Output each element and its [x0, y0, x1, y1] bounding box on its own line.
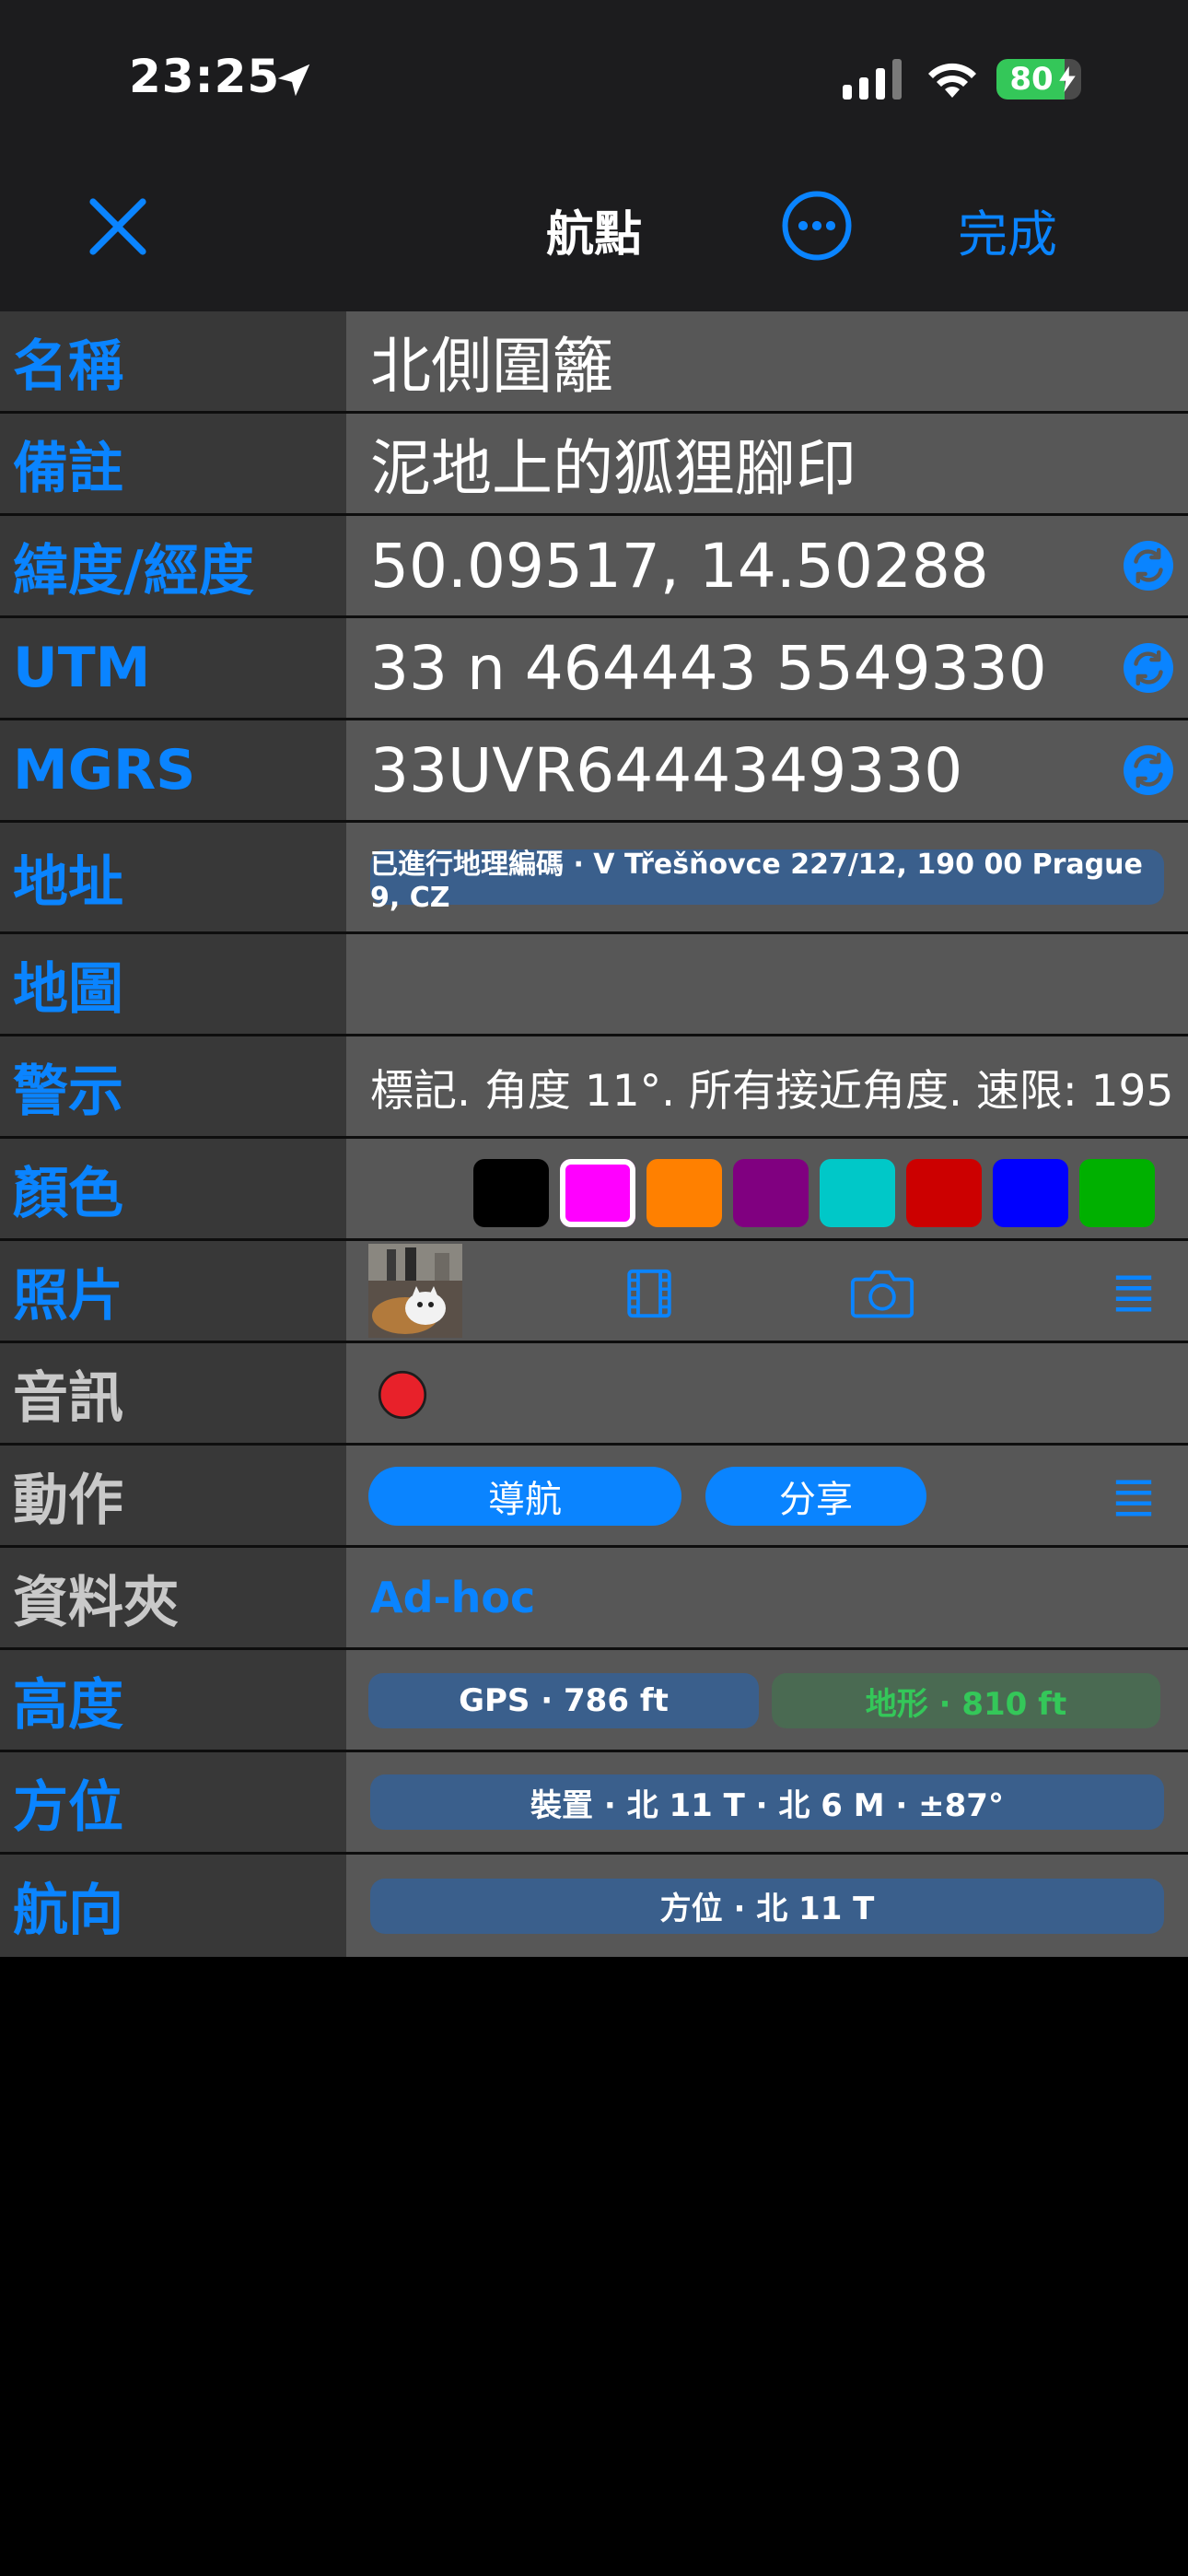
photo-thumbnail[interactable] — [368, 1244, 462, 1338]
latlon-value: 50.09517, 14.50288 — [370, 530, 989, 602]
color-swatch[interactable] — [906, 1159, 982, 1227]
map-field[interactable] — [346, 934, 1188, 1034]
utm-value: 33 n 464443 5549330 — [370, 632, 1047, 704]
utm-label: UTM — [0, 618, 346, 718]
more-options-icon[interactable] — [781, 190, 853, 262]
latlon-label: 緯度/經度 — [0, 516, 346, 615]
alert-field[interactable]: 標記. 角度 11°. 所有接近角度. 速限: 195 — [346, 1036, 1188, 1136]
audio-field — [346, 1343, 1188, 1443]
bearing-field: 裝置 · 北 11 T · 北 6 M · ±87° — [346, 1752, 1188, 1852]
audio-label: 音訊 — [0, 1343, 346, 1443]
utm-field[interactable]: 33 n 464443 5549330 — [346, 618, 1188, 718]
done-button[interactable]: 完成 — [958, 193, 1057, 266]
row-heading: 航向 方位 · 北 11 T — [0, 1855, 1188, 1957]
bearing-button[interactable]: 裝置 · 北 11 T · 北 6 M · ±87° — [370, 1774, 1164, 1830]
camera-icon[interactable] — [849, 1265, 915, 1322]
action-field: 導航 分享 — [346, 1446, 1188, 1545]
name-field[interactable]: 北側圍籬 — [346, 311, 1188, 411]
row-photo: 照片 — [0, 1241, 1188, 1343]
photo-label: 照片 — [0, 1241, 346, 1341]
cellular-signal-icon — [843, 59, 902, 100]
mgrs-label: MGRS — [0, 720, 346, 820]
gps-altitude-button[interactable]: GPS · 786 ft — [368, 1673, 759, 1728]
color-swatch[interactable] — [993, 1159, 1068, 1227]
row-alert: 警示 標記. 角度 11°. 所有接近角度. 速限: 195 — [0, 1036, 1188, 1139]
photo-field — [346, 1241, 1188, 1341]
record-icon[interactable] — [378, 1370, 427, 1420]
charging-bolt-icon — [1059, 66, 1076, 92]
color-swatch[interactable] — [560, 1159, 635, 1227]
note-value: 泥地上的狐狸腳印 — [370, 433, 856, 504]
row-altitude: 高度 GPS · 786 ft 地形 · 810 ft — [0, 1650, 1188, 1752]
altitude-field: GPS · 786 ft 地形 · 810 ft — [346, 1650, 1188, 1750]
latlon-field[interactable]: 50.09517, 14.50288 — [346, 516, 1188, 615]
heading-label: 航向 — [0, 1855, 346, 1957]
row-map: 地圖 — [0, 934, 1188, 1036]
terrain-altitude-button[interactable]: 地形 · 810 ft — [772, 1673, 1160, 1728]
wifi-icon — [928, 63, 976, 98]
convert-icon[interactable] — [1124, 643, 1173, 693]
navigate-button[interactable]: 導航 — [368, 1467, 681, 1526]
color-picker — [346, 1139, 1188, 1238]
color-swatch[interactable] — [646, 1159, 722, 1227]
page-title: 航點 — [545, 207, 642, 263]
menu-list-icon[interactable] — [1112, 1272, 1155, 1315]
row-mgrs: MGRS 33UVR6444349330 — [0, 720, 1188, 823]
name-value: 北側圍籬 — [370, 331, 613, 402]
convert-icon[interactable] — [1124, 541, 1173, 591]
mgrs-value: 33UVR6444349330 — [370, 734, 963, 806]
menu-list-icon[interactable] — [1112, 1477, 1155, 1519]
name-label: 名稱 — [0, 311, 346, 411]
alert-value: 標記. 角度 11°. 所有接近角度. 速限: 195 — [370, 1065, 1174, 1117]
color-swatch[interactable] — [1079, 1159, 1155, 1227]
heading-field: 方位 · 北 11 T — [346, 1855, 1188, 1957]
alert-label: 警示 — [0, 1036, 346, 1136]
share-button[interactable]: 分享 — [705, 1467, 926, 1526]
row-name: 名稱 北側圍籬 — [0, 311, 1188, 414]
bearing-label: 方位 — [0, 1752, 346, 1852]
row-action: 動作 導航 分享 — [0, 1446, 1188, 1548]
battery-indicator: 80 — [996, 59, 1081, 100]
battery-percent: 80 — [1009, 61, 1054, 98]
color-label: 顏色 — [0, 1139, 346, 1238]
row-latlon: 緯度/經度 50.09517, 14.50288 — [0, 516, 1188, 618]
row-folder: 資料夾 Ad-hoc — [0, 1548, 1188, 1650]
row-color: 顏色 — [0, 1139, 1188, 1241]
location-arrow-icon — [277, 64, 310, 97]
row-bearing: 方位 裝置 · 北 11 T · 北 6 M · ±87° — [0, 1752, 1188, 1855]
mgrs-field[interactable]: 33UVR6444349330 — [346, 720, 1188, 820]
color-swatch[interactable] — [473, 1159, 549, 1227]
row-address: 地址 已進行地理編碼 · V Třešňovce 227/12, 190 00 … — [0, 823, 1188, 934]
address-button[interactable]: 已進行地理編碼 · V Třešňovce 227/12, 190 00 Pra… — [370, 849, 1164, 914]
convert-icon[interactable] — [1124, 745, 1173, 795]
address-label: 地址 — [0, 823, 346, 931]
status-bar: 23:25 80 — [0, 0, 1188, 147]
status-time: 23:25 — [129, 50, 281, 103]
close-icon[interactable] — [85, 193, 151, 260]
row-note: 備註 泥地上的狐狸腳印 — [0, 414, 1188, 516]
folder-value: Ad-hoc — [370, 1573, 536, 1622]
altitude-label: 高度 — [0, 1650, 346, 1750]
video-icon[interactable] — [623, 1267, 676, 1320]
folder-field[interactable]: Ad-hoc — [346, 1548, 1188, 1647]
row-audio: 音訊 — [0, 1343, 1188, 1446]
note-field[interactable]: 泥地上的狐狸腳印 — [346, 414, 1188, 513]
heading-button[interactable]: 方位 · 北 11 T — [370, 1878, 1164, 1934]
color-swatch[interactable] — [820, 1159, 895, 1227]
address-field: 已進行地理編碼 · V Třešňovce 227/12, 190 00 Pra… — [346, 823, 1188, 931]
action-label: 動作 — [0, 1446, 346, 1545]
row-utm: UTM 33 n 464443 5549330 — [0, 618, 1188, 720]
folder-label: 資料夾 — [0, 1548, 346, 1647]
note-label: 備註 — [0, 414, 346, 513]
map-label: 地圖 — [0, 934, 346, 1034]
color-swatch[interactable] — [733, 1159, 809, 1227]
